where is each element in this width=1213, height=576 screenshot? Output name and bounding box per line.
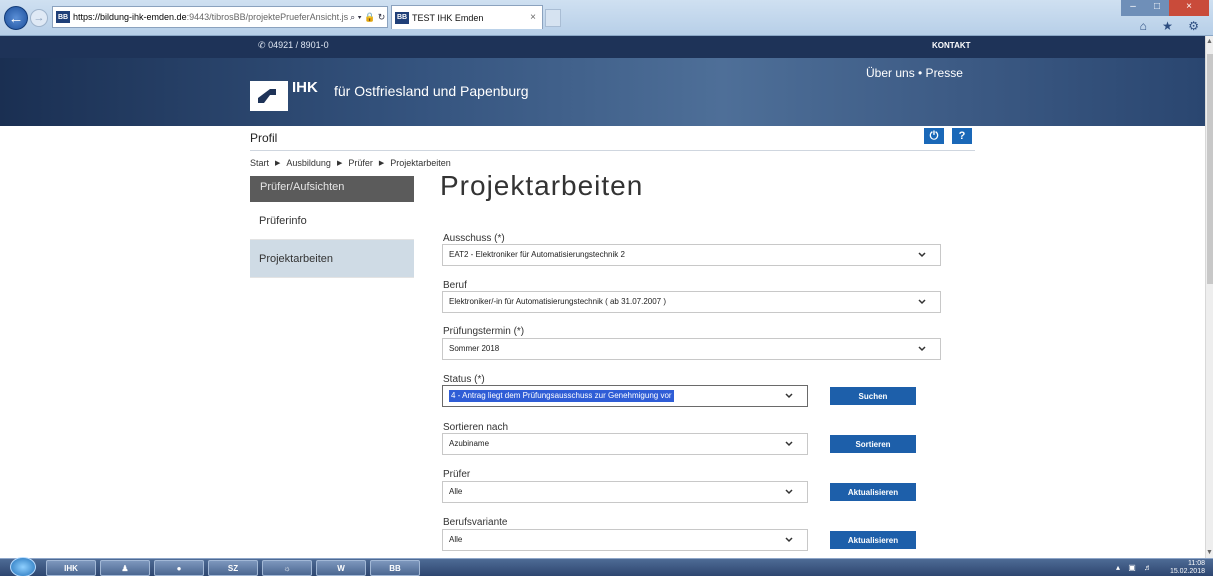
taskbar-item-ie[interactable]: ☼ (262, 560, 312, 576)
profil-label[interactable]: Profil (250, 131, 277, 145)
breadcrumb-ausbildung[interactable]: Ausbildung (286, 158, 331, 168)
breadcrumb-projektarbeiten[interactable]: Projektarbeiten (390, 158, 451, 168)
taskbar-item-bb[interactable]: BB (370, 560, 420, 576)
scroll-down-icon[interactable]: ▼ (1206, 549, 1213, 556)
taskbar-item-sz[interactable]: SZ (208, 560, 258, 576)
help-icon[interactable]: ? (952, 128, 972, 144)
logout-power-icon[interactable]: ⏻ (924, 128, 944, 144)
pruefer-value: Alle (449, 487, 463, 496)
chevron-down-icon (785, 441, 793, 447)
suchen-button[interactable]: Suchen (830, 387, 916, 405)
tab-title: TEST IHK Emden (412, 12, 484, 23)
berufsvariante-label: Berufsvariante (443, 517, 508, 528)
breadcrumb-separator-icon: ▶ (336, 160, 343, 167)
tab-close-icon[interactable]: × (530, 12, 536, 23)
taskbar-item-users[interactable]: ♟ (100, 560, 150, 576)
users-icon: ♟ (121, 563, 129, 573)
minimize-icon[interactable]: – (1121, 0, 1145, 16)
favicon-icon: BB (56, 11, 70, 23)
address-bar[interactable]: BB https://bildung-ihk-emden.de :9443/ti… (52, 6, 388, 28)
pruefer-select[interactable]: Alle (442, 481, 808, 503)
breadcrumb: Start ▶ Ausbildung ▶ Prüfer ▶ Projektarb… (250, 158, 451, 168)
sortieren-label: Sortieren nach (443, 422, 509, 433)
berufsvariante-select[interactable]: Alle (442, 529, 808, 551)
page-scrollbar[interactable]: ▲ ▼ (1205, 36, 1213, 558)
phone-contact[interactable]: ✆ 04921 / 8901-0 (258, 40, 329, 51)
status-select[interactable]: 4 - Antrag liegt dem Prüfungsausschuss z… (442, 385, 808, 407)
internet-explorer-icon: ☼ (283, 563, 291, 573)
start-button-icon[interactable] (10, 557, 36, 576)
browser-tab[interactable]: BB TEST IHK Emden × (391, 5, 543, 29)
windows-taskbar: IHK ♟ ● SZ ☼ W BB ▴ ▣ ♬ 11:08 15.02.2018 (0, 557, 1213, 576)
breadcrumb-separator-icon: ▶ (378, 160, 385, 167)
browser-tool-icons[interactable]: ⌂ ★ ⚙ (1140, 19, 1205, 33)
pruefungstermin-label: Prüfungstermin (*) (443, 326, 525, 337)
window-controls: – □ × (1121, 0, 1209, 16)
breadcrumb-start[interactable]: Start (250, 158, 269, 168)
breadcrumb-separator-icon: ▶ (275, 160, 281, 167)
berufsvariante-value: Alle (449, 535, 463, 544)
chevron-down-icon (785, 393, 793, 399)
chevron-down-icon (918, 252, 926, 258)
logo-ihk-text: IHK (292, 79, 318, 96)
ihk-logo-icon[interactable] (250, 81, 288, 111)
pruefer-label: Prüfer (443, 469, 471, 480)
sortieren-value: Azubiname (449, 439, 490, 448)
taskbar-item-word[interactable]: W (316, 560, 366, 576)
status-label: Status (*) (443, 374, 485, 385)
tab-favicon-icon: BB (395, 11, 409, 24)
beruf-value: Elektroniker/-in für Automatisierungstec… (449, 297, 667, 306)
browser-toolbar: ← → BB https://bildung-ihk-emden.de :944… (0, 0, 1213, 36)
scrollbar-thumb[interactable] (1207, 54, 1213, 284)
url-path: :9443/tibrosBB/projektePrueferAnsicht.js (186, 12, 349, 22)
taskbar-item-app[interactable]: ● (154, 560, 204, 576)
ausschuss-select[interactable]: EAT2 - Elektroniker für Automatisierungs… (442, 244, 941, 266)
sidebar-header[interactable]: Prüfer/Aufsichten (250, 176, 414, 202)
sidebar-item-prueferinfo[interactable]: Prüferinfo (250, 202, 414, 240)
phone-number: 04921 / 8901-0 (268, 40, 329, 50)
chevron-down-icon (785, 537, 793, 543)
beruf-select[interactable]: Elektroniker/-in für Automatisierungstec… (442, 291, 941, 313)
url-host: https://bildung-ihk-emden.de (73, 12, 187, 22)
ausschuss-value: EAT2 - Elektroniker für Automatisierungs… (449, 250, 625, 259)
taskbar-item-ihk[interactable]: IHK (46, 560, 96, 576)
pruefungstermin-value: Sommer 2018 (449, 344, 500, 353)
address-bar-icons[interactable]: ⌕ ▾ 🔒 ↻ (350, 12, 385, 23)
maximize-icon[interactable]: □ (1145, 0, 1169, 16)
clock-time: 11:08 (1188, 560, 1205, 567)
page-title: Projektarbeiten (440, 170, 644, 201)
site-banner: IHK für Ostfriesland und Papenburg Über … (0, 58, 1205, 126)
sortieren-button[interactable]: Sortieren (830, 435, 916, 453)
back-arrow-icon[interactable]: ← (4, 6, 28, 30)
phone-icon: ✆ (258, 40, 266, 50)
new-tab-button[interactable] (545, 9, 561, 27)
clock-date: 15.02.2018 (1169, 568, 1205, 575)
taskbar-clock[interactable]: 11:08 15.02.2018 (1170, 560, 1205, 576)
status-value: 4 - Antrag liegt dem Prüfungsausschuss z… (449, 390, 674, 402)
chevron-down-icon (918, 346, 926, 352)
breadcrumb-pruefer[interactable]: Prüfer (348, 158, 373, 168)
beruf-label: Beruf (443, 280, 467, 291)
sortieren-select[interactable]: Azubiname (442, 433, 808, 455)
pruefer-aktualisieren-button[interactable]: Aktualisieren (830, 483, 916, 501)
chevron-down-icon (785, 489, 793, 495)
berufsvariante-aktualisieren-button[interactable]: Aktualisieren (830, 531, 916, 549)
system-tray-icons[interactable]: ▴ ▣ ♬ (1116, 563, 1155, 572)
sidebar-item-projektarbeiten[interactable]: Projektarbeiten (250, 240, 414, 278)
app-icon: ● (176, 563, 182, 573)
scroll-up-icon[interactable]: ▲ (1206, 38, 1213, 45)
pruefungstermin-select[interactable]: Sommer 2018 (442, 338, 941, 360)
forward-arrow-icon[interactable]: → (30, 9, 48, 27)
close-window-icon[interactable]: × (1169, 0, 1209, 16)
ausschuss-label: Ausschuss (*) (443, 233, 505, 244)
kontakt-link[interactable]: KONTAKT (932, 41, 971, 50)
site-topbar: ✆ 04921 / 8901-0 KONTAKT (0, 36, 1205, 58)
logo-subtitle: für Ostfriesland und Papenburg (334, 83, 529, 99)
chevron-down-icon (918, 299, 926, 305)
top-navigation[interactable]: Über uns • Presse (866, 66, 963, 80)
divider (250, 150, 975, 151)
